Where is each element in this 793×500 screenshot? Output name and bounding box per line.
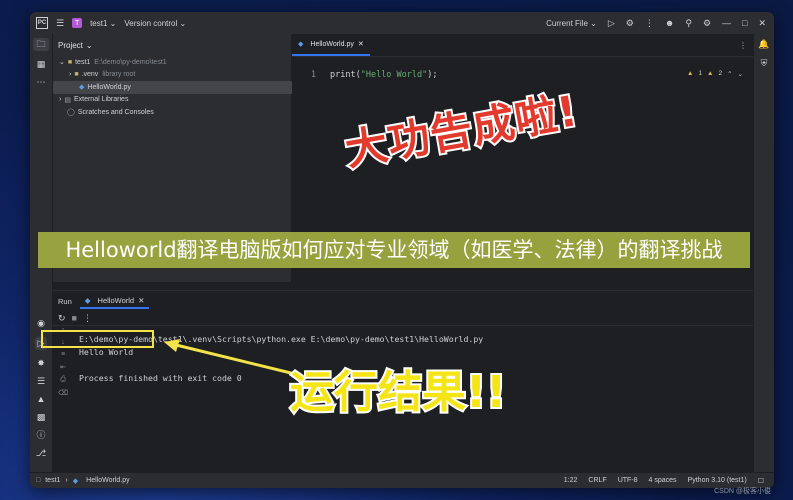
- more-tabs-icon[interactable]: ⋮: [739, 41, 747, 50]
- debug-tool-icon[interactable]: ✸: [37, 359, 45, 368]
- chevron-up-icon[interactable]: ⌃: [727, 70, 732, 78]
- more-tools-icon[interactable]: ⋯: [37, 78, 46, 87]
- lock-icon[interactable]: ☐: [758, 477, 764, 485]
- terminal-icon[interactable]: ▩: [37, 413, 46, 422]
- annotation-arrow-icon: [164, 339, 296, 376]
- close-tab-icon[interactable]: ✕: [358, 40, 364, 48]
- run-icon[interactable]: ▷: [608, 18, 615, 28]
- code-function: print("Hello World");: [330, 70, 438, 80]
- chevron-down-icon: ⌄: [85, 40, 93, 50]
- run-config-select[interactable]: Current File ⌄: [546, 19, 597, 28]
- run-toolbar: ↻ ■ ⋮: [53, 311, 753, 326]
- more-options-icon[interactable]: ⋮: [645, 18, 654, 28]
- add-user-icon[interactable]: ☻: [665, 18, 674, 28]
- project-panel-header[interactable]: Project ⌄: [53, 34, 291, 56]
- run-panel-header: Run ◆ HelloWorld ✕: [53, 291, 753, 311]
- settings-gear-icon[interactable]: ⚙: [703, 18, 711, 28]
- output-highlight-box: [41, 330, 154, 348]
- tab-helloworld[interactable]: ◆ HelloWorld.py ✕: [292, 34, 370, 56]
- problems-icon[interactable]: ⓘ: [36, 431, 45, 440]
- line-separator[interactable]: CRLF: [588, 477, 606, 485]
- folder-icon: ■: [67, 58, 73, 66]
- python-file-icon: ◆: [79, 84, 85, 92]
- structure-icon[interactable]: ▦: [37, 60, 46, 69]
- python-packages-icon[interactable]: ◉: [37, 319, 45, 328]
- tree-item-venv[interactable]: › ■ .venv library root: [53, 69, 291, 82]
- folder-icon: □: [36, 477, 41, 484]
- code-line-1[interactable]: 1 print("Hello World");: [292, 69, 753, 81]
- watermark: CSDN @极客小俊: [714, 488, 771, 495]
- status-bar: □ test1 › ◆ HelloWorld.py 1:22 CRLF UTF-…: [30, 472, 774, 488]
- library-icon: ▤: [64, 96, 71, 104]
- close-icon[interactable]: ✕: [758, 18, 766, 29]
- run-panel-label: Run: [58, 296, 72, 306]
- chevron-down-icon: ⌄: [179, 18, 187, 28]
- breadcrumb-file[interactable]: HelloWorld.py: [86, 477, 129, 484]
- inspection-widget[interactable]: ▲ 1 ▲ 2 ⌃ ⌄: [687, 70, 743, 78]
- tree-item-test1[interactable]: ⌄ ■ test1 E:\demo\py-demo\test1: [53, 56, 291, 69]
- breadcrumb-project[interactable]: test1: [45, 477, 60, 484]
- run-tab-helloworld[interactable]: ◆ HelloWorld ✕: [79, 294, 150, 309]
- run-result-caption: 运行结果!!: [288, 365, 508, 420]
- chevron-right-icon: ›: [65, 477, 68, 484]
- weak-warning-icon: ▲: [707, 70, 714, 77]
- project-switcher[interactable]: test1 ⌄: [90, 19, 116, 28]
- folder-icon: ■: [74, 71, 79, 79]
- search-icon[interactable]: ⚲: [685, 18, 692, 28]
- tree-item-helloworld[interactable]: ◆ HelloWorld.py: [53, 81, 309, 94]
- chevron-down-icon: ⌄: [590, 18, 597, 28]
- line-number: 1: [310, 70, 316, 80]
- right-tool-strip: 🔔 ⛨: [753, 34, 774, 473]
- git-icon[interactable]: ⎇: [36, 449, 46, 458]
- breadcrumb: □ test1 › ◆ HelloWorld.py: [30, 477, 130, 485]
- python-interpreter[interactable]: Python 3.10 (test1): [688, 477, 747, 485]
- scroll-end-icon[interactable]: ⇤: [60, 363, 66, 371]
- soft-wrap-icon[interactable]: ≡: [61, 351, 65, 358]
- scratches-icon: ◯: [67, 109, 75, 117]
- tree-item-external-libraries[interactable]: › ▤ External Libraries: [53, 94, 291, 107]
- warning-icon: ▲: [686, 70, 694, 77]
- title-bar: PC ☰ T test1 ⌄ Version control ⌄ Current…: [30, 12, 774, 35]
- notifications-icon[interactable]: 🔔: [758, 40, 769, 49]
- project-badge: T: [72, 18, 83, 28]
- debug-icon[interactable]: ⚙: [626, 18, 634, 28]
- caret-position[interactable]: 1:22: [564, 477, 578, 485]
- project-folder-icon[interactable]: 🗀: [33, 38, 49, 51]
- tree-item-scratches[interactable]: ◯ Scratches and Consoles: [53, 106, 291, 119]
- trash-icon[interactable]: ⌫: [58, 389, 68, 397]
- minimize-icon[interactable]: —: [722, 18, 731, 28]
- python-file-icon: ◆: [72, 477, 79, 485]
- chevron-down-icon: ⌄: [59, 59, 65, 67]
- title-banner: Helloworld翻译电脑版如何应对专业领域（如医学、法律）的翻译挑战: [38, 232, 750, 268]
- chevron-right-icon: ›: [69, 71, 72, 79]
- print-icon[interactable]: ⎙: [60, 376, 66, 384]
- shield-icon[interactable]: ⛨: [761, 59, 768, 68]
- file-encoding[interactable]: UTF-8: [618, 477, 638, 485]
- editor-tabs: ◆ HelloWorld.py ✕ ⋮: [292, 34, 753, 57]
- python-file-icon: ◆: [298, 41, 304, 48]
- hamburger-menu-icon[interactable]: ☰: [56, 18, 64, 28]
- close-tab-icon[interactable]: ✕: [138, 296, 144, 305]
- stop-icon[interactable]: ■: [72, 313, 77, 323]
- python-file-icon: ◆: [84, 295, 91, 305]
- chevron-down-icon: ⌄: [109, 18, 117, 28]
- maximize-icon[interactable]: □: [742, 18, 747, 28]
- chevron-down-icon[interactable]: ⌄: [738, 70, 743, 78]
- chevron-right-icon: ›: [59, 96, 62, 104]
- app-logo-icon: PC: [36, 17, 48, 29]
- services-icon[interactable]: ☰: [37, 377, 45, 386]
- vcs-menu[interactable]: Version control ⌄: [124, 19, 186, 28]
- more-options-icon[interactable]: ⋮: [83, 313, 92, 323]
- indent-setting[interactable]: 4 spaces: [649, 477, 677, 485]
- rerun-icon[interactable]: ↻: [58, 313, 66, 323]
- python-console-icon[interactable]: ▲: [37, 395, 46, 404]
